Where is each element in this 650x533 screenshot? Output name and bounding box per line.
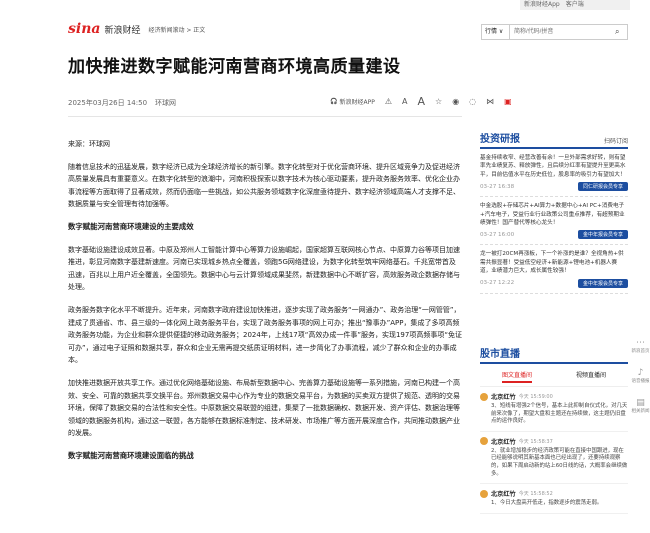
market-select[interactable]: 行情 ∨	[482, 25, 510, 39]
listen-app-button[interactable]: 🎧 新浪财经APP	[330, 97, 375, 106]
float-label: 相关新闻	[631, 409, 650, 414]
avatar	[480, 437, 488, 446]
tab-video-live[interactable]: 视频直播间	[576, 370, 606, 383]
research-text: 中金选股+存储芯片+AI算力+数据中心+AI PC+消费电子+汽车电子，受益行业…	[480, 203, 625, 227]
article-source: 来源：环球网	[68, 140, 110, 148]
font-decrease-button[interactable]: A	[402, 97, 407, 106]
app-link-label: 新浪财经App	[524, 1, 560, 8]
article-body: 来源：环球网 随着信息技术的迅猛发展，数字经济已成为全球经济增长的新引擎。数字化…	[68, 138, 462, 472]
floating-toolbar: ⋯ 新浪首页 ♪ 语音播报 ▤ 相关新闻	[631, 338, 650, 428]
live-panel: 股市直播 图文直播间 视频直播间 北京红竹 今天 15:59:00 3、短线有增强…	[480, 345, 628, 514]
search-icon[interactable]: ⌕	[615, 27, 627, 37]
live-time: 今天 15:58:52	[518, 491, 553, 498]
weibo-icon[interactable]: ◉	[452, 97, 459, 106]
live-text: 3、短线有增强2个信号，基本上此抑制自仪式化，对几天前来次像了，期望大盘和主题还…	[491, 403, 628, 425]
article-title: 加快推进数字赋能河南营商环境高质量建设	[68, 57, 401, 77]
client-link-label: 客户端	[565, 1, 584, 8]
live-tabs: 图文直播间 视频直播间	[480, 370, 628, 387]
research-item[interactable]: 龙一被打20CM再涨板，下一个补涨的是谁？全视角热+供需共振显著！受益低空经济+…	[480, 245, 628, 294]
font-increase-button[interactable]: A	[417, 95, 425, 108]
wechat-icon[interactable]: ◌	[469, 97, 476, 106]
research-text: 龙一被打20CM再涨板，下一个补涨的是谁？全视角热+供需共振显著！受益低空经济+…	[480, 251, 624, 275]
live-item[interactable]: 北京红竹 今天 15:58:52 1、今日大盘高开低走，指数逐步的震荡走弱。	[480, 484, 628, 514]
research-date: 03-27 16:00	[480, 231, 515, 238]
member-button[interactable]: 同仁研报会员专享	[577, 182, 628, 192]
audio-button[interactable]: ♪ 语音播报	[631, 368, 650, 384]
research-text: 基金持续收窄、经营改善有余！一旦外部需求好转，则有望率先业绩复苏、释放弹性，且后…	[480, 155, 626, 178]
research-date: 03-27 12:22	[480, 280, 515, 287]
sina-logo: sina	[68, 21, 101, 37]
live-time: 今天 15:58:37	[518, 438, 553, 445]
news-icon: ▤	[636, 398, 645, 408]
float-label: 新浪首页	[631, 349, 650, 354]
paragraph-1: 随着信息技术的迅猛发展，数字经济已成为全球经济增长的新引擎。数字化转型对于优化营…	[68, 162, 460, 209]
section-heading-2: 数字赋能河南营商环境建设面临的挑战	[68, 450, 194, 460]
member-button[interactable]: 金中年报会员专享	[577, 230, 628, 240]
live-author: 北京红竹	[491, 491, 516, 499]
live-item[interactable]: 北京红竹 今天 15:58:37 2、就业增加稳步的经济政策可能在直接中国跟进，现…	[480, 432, 628, 485]
live-text: 1、今日大盘高开低走，指数逐步的震荡走弱。	[491, 500, 603, 507]
site-logo[interactable]: sina 新浪财经 经济新闻滚动 > 正文	[68, 21, 205, 37]
divider	[68, 116, 462, 117]
article-toolbar: 🎧 新浪财经APP ⚠ A A ☆ ◉ ◌ ⋈ ▣	[330, 95, 512, 108]
subscribe-link[interactable]: 扫码订阅	[604, 136, 628, 145]
research-header: 投资研报 扫码订阅	[480, 130, 628, 149]
comment-icon[interactable]: ▣	[504, 97, 512, 106]
publish-date: 2025年03月26日 14:50	[68, 99, 148, 107]
research-date: 03-27 16:38	[480, 183, 515, 190]
research-panel: 投资研报 扫码订阅 基金持续收窄、经营改善有余！一旦外部需求好转，则有望率先业绩…	[480, 130, 628, 294]
live-text: 2、就业增加稳步的经济政策可能在直接中国跟进，现在已经能够说明其新基本面也已经出…	[491, 447, 628, 477]
home-button[interactable]: ⋯ 新浪首页	[631, 338, 650, 354]
app-download-link[interactable]: 新浪财经App 客户端	[520, 0, 630, 10]
avatar	[480, 489, 488, 498]
research-item[interactable]: 基金持续收窄、经营改善有余！一旦外部需求好转，则有望率先业绩复苏、释放弹性，且后…	[480, 149, 628, 198]
live-title: 股市直播	[480, 345, 628, 364]
section-heading-1: 数字赋能河南营商环境建设的主要成效	[68, 221, 194, 231]
app-label: 新浪财经APP	[339, 99, 375, 106]
audio-icon: ♪	[637, 368, 644, 378]
warning-icon[interactable]: ⚠	[385, 97, 392, 106]
headphone-icon: 🎧	[330, 98, 338, 105]
related-button[interactable]: ▤ 相关新闻	[631, 398, 650, 414]
research-item[interactable]: 中金选股+存储芯片+AI算力+数据中心+AI PC+消费电子+汽车电子，受益行业…	[480, 197, 628, 246]
member-button[interactable]: 金中年报会员专享	[577, 278, 628, 288]
live-item[interactable]: 北京红竹 今天 15:59:00 3、短线有增强2个信号，基本上此抑制自仪式化，对…	[480, 387, 628, 432]
top-bar: 新浪财经App 客户端	[0, 0, 650, 18]
article-meta: 2025年03月26日 14:50 环球网	[68, 98, 176, 108]
stock-search: 行情 ∨ ⌕	[481, 24, 628, 40]
tab-text-live[interactable]: 图文直播间	[501, 370, 532, 383]
star-icon[interactable]: ☆	[435, 97, 442, 106]
live-author: 北京红竹	[491, 394, 516, 401]
float-label: 语音播报	[631, 379, 650, 384]
breadcrumb[interactable]: 经济新闻滚动 > 正文	[148, 25, 205, 34]
paragraph-3: 政务服务数字化水平不断提升。近年来，河南数字政府建设加快推进，逐步实现了政务服务…	[68, 305, 462, 365]
paragraph-2: 数字基础设施建设成效显著。中原及郑州人工智能计算中心等算力设施崛起，国家超算互联…	[68, 245, 460, 292]
share-icon[interactable]: ⋈	[486, 97, 494, 106]
source-link[interactable]: 环球网	[155, 98, 176, 108]
search-input[interactable]	[510, 25, 615, 39]
live-author: 北京红竹	[491, 438, 516, 446]
avatar	[480, 392, 488, 401]
more-icon: ⋯	[636, 338, 645, 348]
live-time: 今天 15:59:00	[518, 394, 553, 400]
paragraph-4: 加快推进数据开放共享工作。通过优化网络基础设施、布局新型数据中心、完善算力基础设…	[68, 378, 460, 438]
research-title: 投资研报	[480, 134, 520, 145]
finance-logo-label: 新浪财经	[104, 25, 141, 36]
